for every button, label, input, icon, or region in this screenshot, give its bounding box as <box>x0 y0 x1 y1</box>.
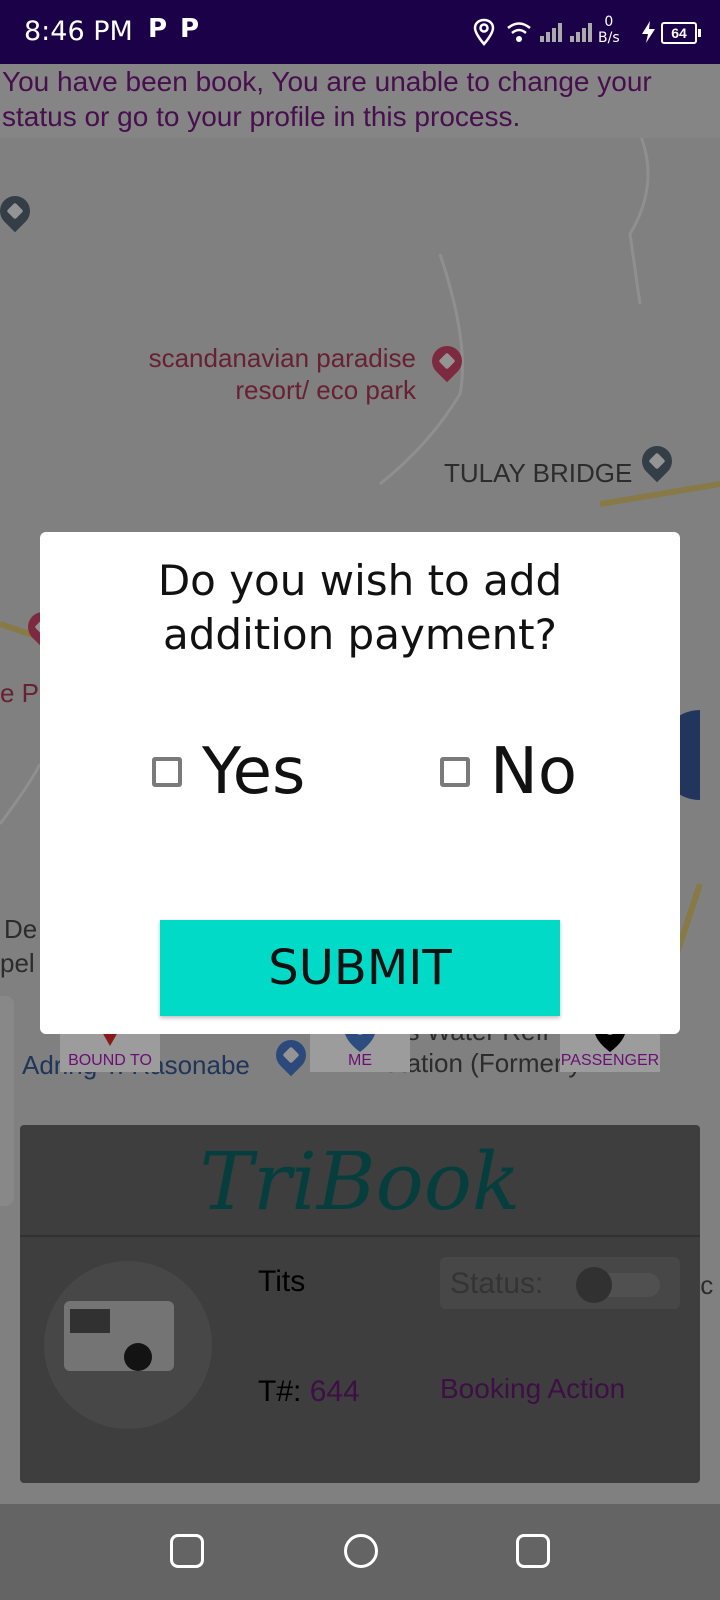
submit-button[interactable]: SUBMIT <box>160 920 560 1016</box>
status-time: 8:46 PM <box>24 16 133 47</box>
home-icon[interactable] <box>344 1534 378 1568</box>
no-option[interactable]: No <box>440 732 577 812</box>
yes-label[interactable]: Yes <box>202 735 305 809</box>
yes-checkbox[interactable] <box>152 757 182 787</box>
data-rate-value: 0 <box>604 14 614 30</box>
battery-icon: 64 <box>661 22 701 44</box>
dialog-title-line1: Do you wish to add <box>157 556 563 605</box>
marker-passenger-label: PASSENGER <box>560 1052 660 1069</box>
additional-payment-dialog: Do you wish to add addition payment? Yes… <box>40 532 680 1034</box>
signal-icon-2 <box>570 23 592 42</box>
no-checkbox[interactable] <box>440 757 470 787</box>
marker-bound-to-label: BOUND TO <box>68 1052 152 1069</box>
recents-icon[interactable] <box>170 1534 204 1568</box>
dialog-title-line2: addition payment? <box>163 610 557 659</box>
back-icon[interactable] <box>516 1534 550 1568</box>
location-icon <box>473 18 495 46</box>
data-rate-unit: B/s <box>598 30 620 46</box>
no-label[interactable]: No <box>490 735 577 809</box>
signal-icon <box>540 23 562 42</box>
marker-me-label: ME <box>348 1052 372 1069</box>
notification-icon-p2: P <box>180 14 200 44</box>
status-bar: 8:46 PM P P 0 B/s 64 <box>0 0 720 64</box>
system-nav-bar <box>0 1504 720 1600</box>
charging-icon <box>642 21 655 43</box>
dialog-title: Do you wish to add addition payment? <box>40 554 680 662</box>
wifi-icon <box>507 22 531 42</box>
data-rate: 0 B/s <box>598 14 620 46</box>
notification-icon-p1: P <box>148 14 168 44</box>
yes-option[interactable]: Yes <box>152 732 305 812</box>
